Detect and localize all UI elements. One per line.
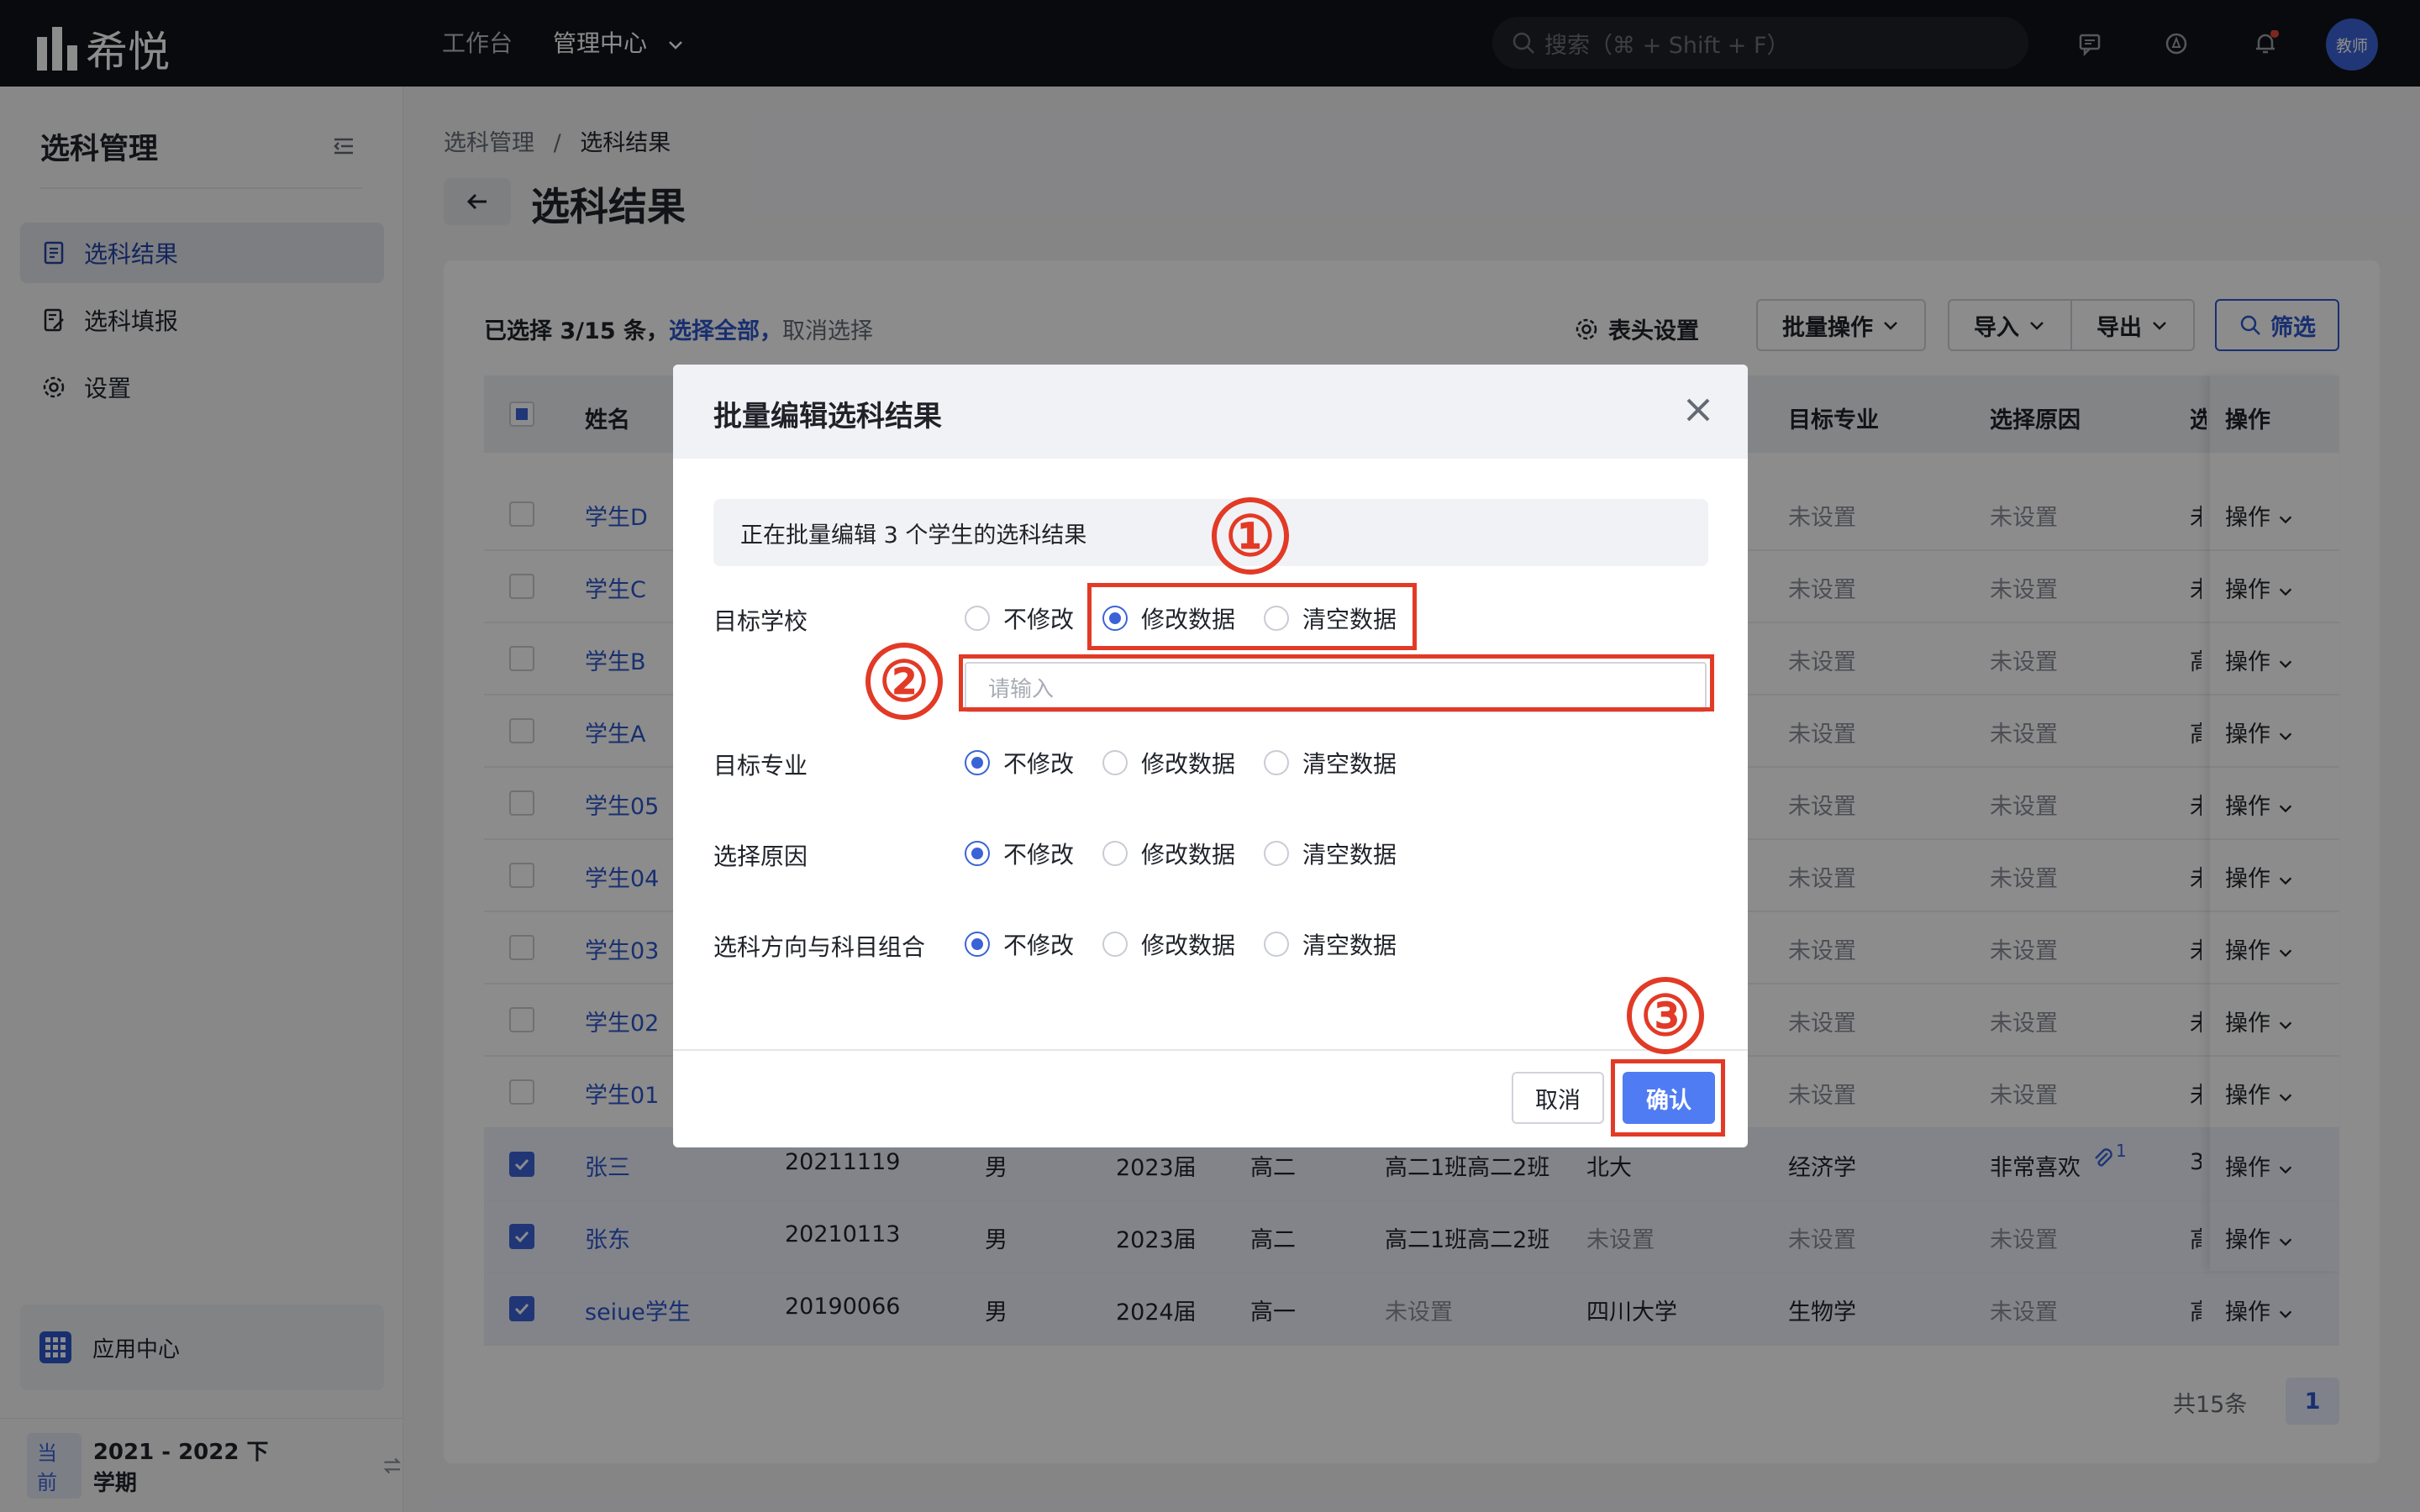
field-label: 选择原因 [713, 843, 808, 870]
radio-option[interactable]: 不修改 [965, 927, 1074, 961]
radio-option[interactable]: 修改数据 [1102, 746, 1235, 780]
annotation-box-input [959, 654, 1714, 711]
radio-option[interactable]: 修改数据 [1102, 927, 1235, 961]
radio-button[interactable] [965, 841, 990, 866]
radio-button[interactable] [965, 606, 990, 631]
radio-button[interactable] [1102, 841, 1128, 866]
annotation-box-confirm [1611, 1059, 1725, 1137]
annotation-number-1: ① [1212, 497, 1289, 575]
radio-label: 清空数据 [1302, 841, 1397, 869]
radio-label: 修改数据 [1141, 750, 1236, 778]
annotation-number-2: ② [865, 643, 943, 720]
radio-button[interactable] [965, 932, 990, 957]
radio-option[interactable]: 不修改 [965, 746, 1074, 780]
radio-label: 修改数据 [1141, 932, 1236, 959]
radio-option[interactable]: 清空数据 [1264, 746, 1397, 780]
radio-option[interactable]: 修改数据 [1102, 837, 1235, 870]
annotation-number-3: ③ [1627, 977, 1704, 1054]
radio-option[interactable]: 不修改 [965, 601, 1074, 635]
radio-button[interactable] [1102, 932, 1128, 957]
radio-button[interactable] [965, 750, 990, 775]
radio-button[interactable] [1264, 841, 1289, 866]
radio-label: 不修改 [1003, 841, 1075, 869]
radio-option[interactable]: 不修改 [965, 837, 1074, 870]
modal-header: 批量编辑选科结果 [673, 365, 1748, 459]
radio-label: 不修改 [1003, 750, 1075, 778]
radio-button[interactable] [1102, 750, 1128, 775]
modal-notice: 正在批量编辑 3 个学生的选科结果 [713, 499, 1708, 566]
field-label: 目标专业 [713, 752, 808, 780]
modal-footer-divider [673, 1049, 1748, 1051]
modal-title: 批量编辑选科结果 [713, 400, 942, 433]
radio-label: 清空数据 [1302, 932, 1397, 959]
cancel-button[interactable]: 取消 [1512, 1072, 1604, 1124]
radio-option[interactable]: 清空数据 [1264, 927, 1397, 961]
field-label: 选科方向与科目组合 [713, 933, 926, 961]
annotation-box-options [1087, 583, 1417, 650]
field-label: 目标学校 [713, 607, 808, 635]
close-icon[interactable] [1681, 393, 1715, 427]
radio-label: 修改数据 [1141, 841, 1236, 869]
batch-edit-modal: 批量编辑选科结果 正在批量编辑 3 个学生的选科结果 目标学校 不修改 修改数据 清空… [673, 365, 1748, 1147]
radio-button[interactable] [1264, 750, 1289, 775]
radio-button[interactable] [1264, 932, 1289, 957]
radio-option[interactable]: 清空数据 [1264, 837, 1397, 870]
radio-label: 清空数据 [1302, 750, 1397, 778]
radio-label: 不修改 [1003, 932, 1075, 959]
radio-label: 不修改 [1003, 606, 1075, 633]
